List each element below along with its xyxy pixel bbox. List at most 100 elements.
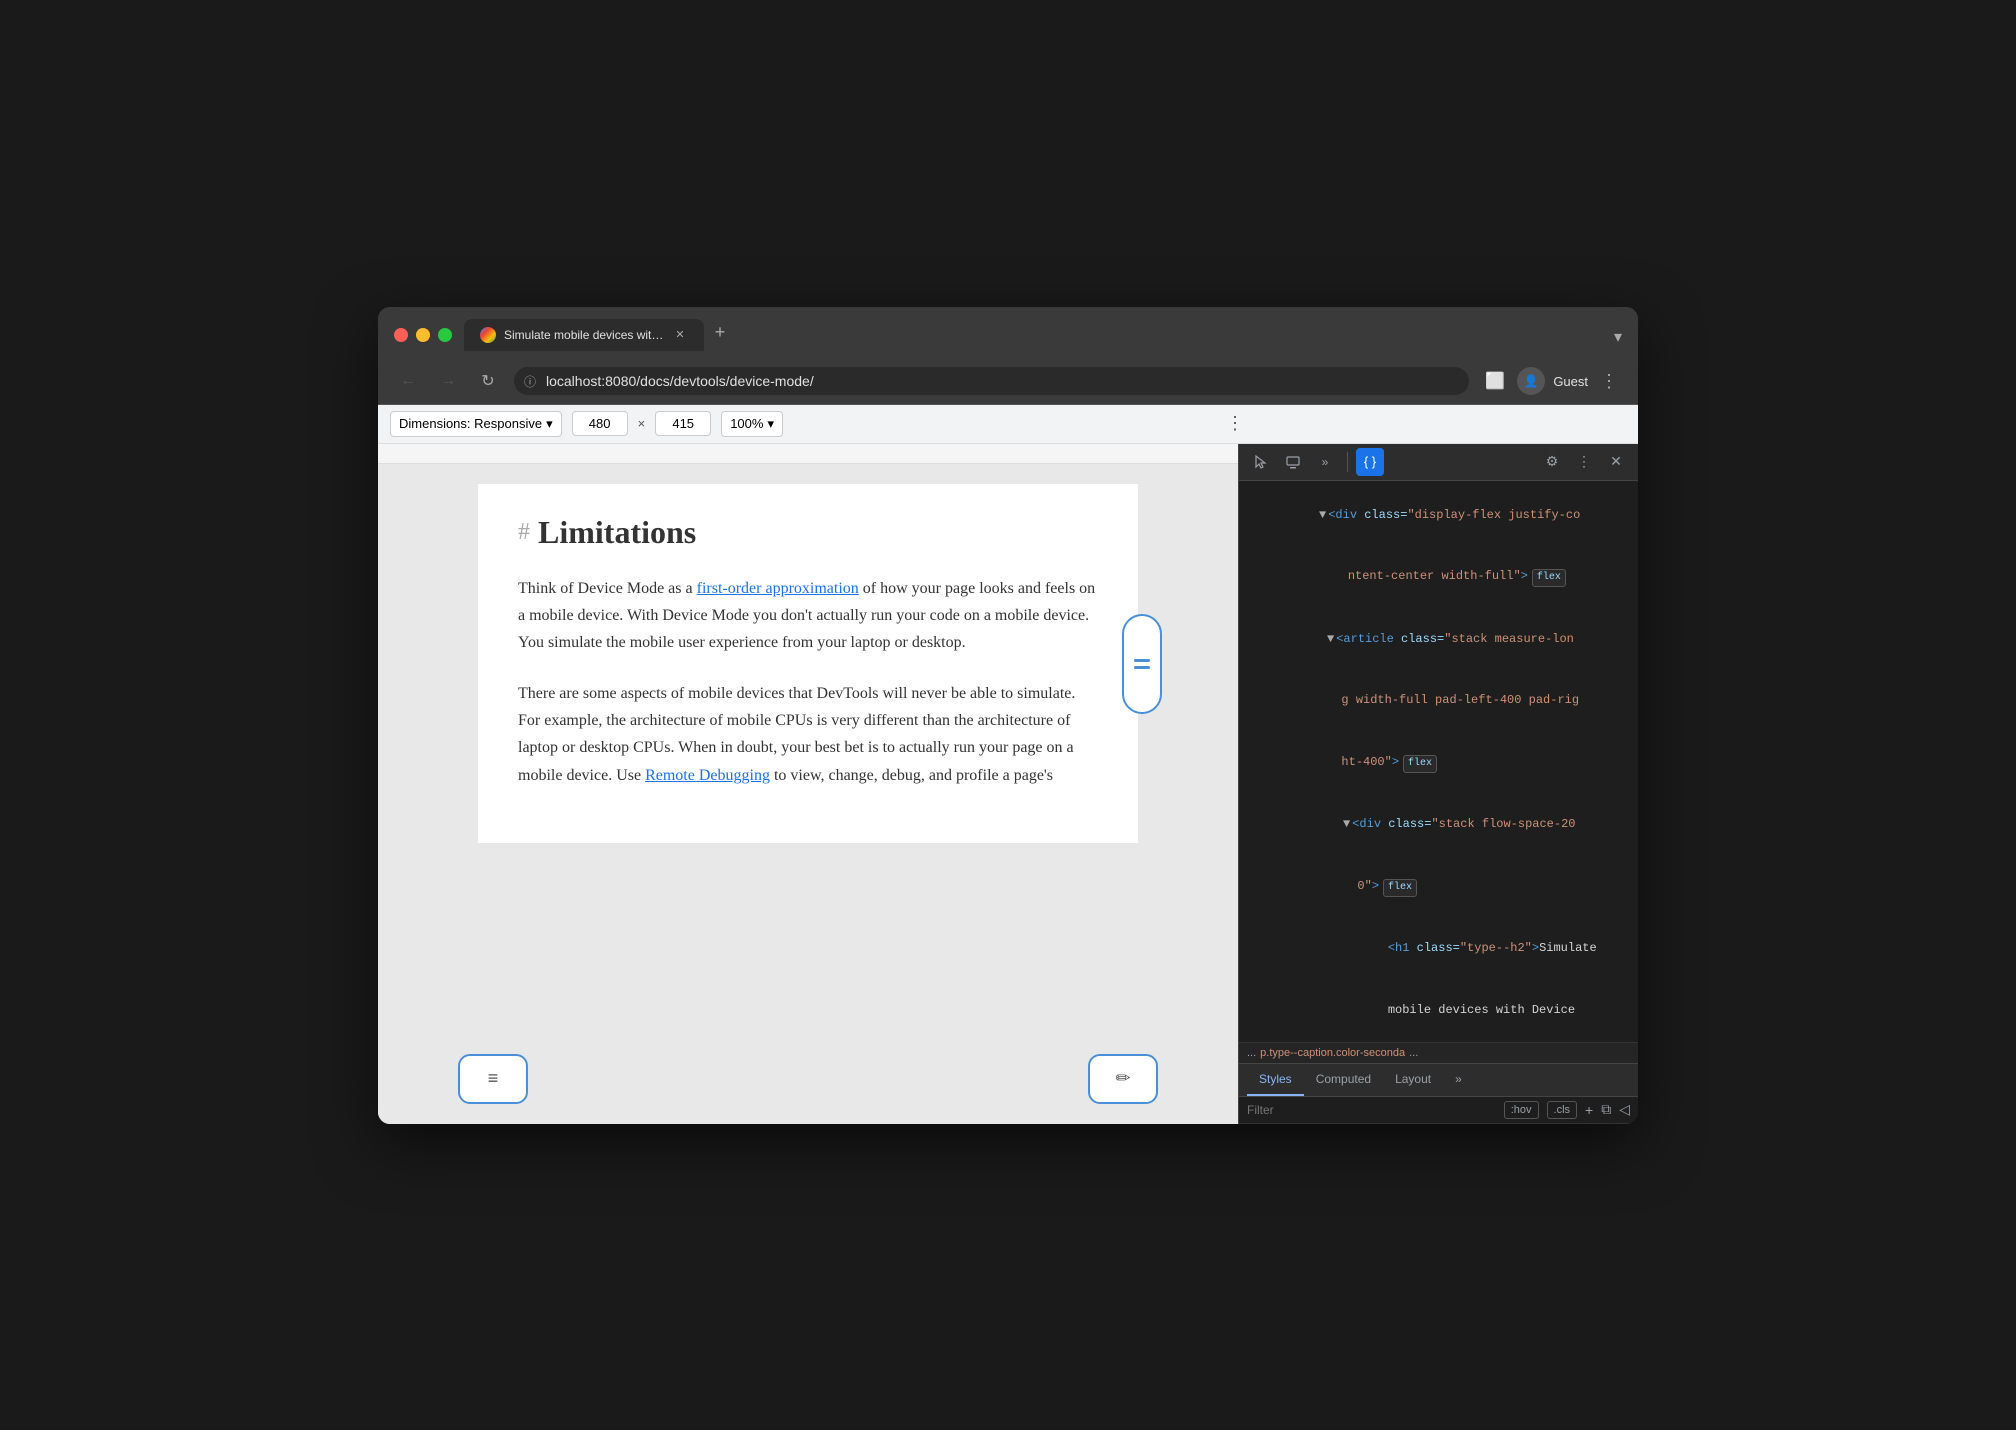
address-right: ⬜ 👤 Guest ⋮ <box>1481 367 1622 396</box>
tabs-row: Simulate mobile devices with D ✕ + ▾ <box>464 319 1622 351</box>
html-line-4[interactable]: g width-full pad-left-400 pad-rig <box>1239 670 1638 732</box>
main-area: # Limitations Think of Device Mode as a … <box>378 444 1638 1124</box>
devtools-toolbar: » { } ⚙ ⋮ ✕ <box>1239 444 1638 481</box>
menu-float-button[interactable]: ≡ <box>458 1054 528 1104</box>
profile-label: Guest <box>1553 374 1588 389</box>
edit-icon: ✏ <box>1115 1068 1130 1089</box>
styles-filter-input[interactable] <box>1247 1103 1496 1117</box>
settings-button[interactable]: ⚙ <box>1538 448 1566 476</box>
height-input[interactable] <box>655 411 711 436</box>
traffic-lights <box>394 328 452 342</box>
viewport-bottom-bar: ≡ ✏ <box>378 1054 1238 1104</box>
title-bar-top: Simulate mobile devices with D ✕ + ▾ <box>394 319 1622 351</box>
heading-hash: # <box>518 519 530 546</box>
filter-hov-button[interactable]: :hov <box>1504 1101 1539 1119</box>
device-toolbar-left: Dimensions: Responsive ▾ × 100% ▾ ⋮ <box>390 411 1250 437</box>
page-heading-text: Limitations <box>538 514 696 551</box>
html-line-3[interactable]: ▼<article class="stack measure-lon <box>1239 608 1638 670</box>
tab-title: Simulate mobile devices with D <box>504 328 664 342</box>
expand-icon[interactable]: ▼ <box>1319 508 1326 522</box>
tab-favicon <box>480 327 496 343</box>
browser-window: Simulate mobile devices with D ✕ + ▾ ← →… <box>378 307 1638 1124</box>
close-devtools-button[interactable]: ✕ <box>1602 448 1630 476</box>
html-line-7[interactable]: 0">flex <box>1239 856 1638 918</box>
styles-filter-bar: :hov .cls + ⧉ ◁ <box>1239 1097 1638 1124</box>
toolbar-separator <box>1347 452 1348 472</box>
tab-close-button[interactable]: ✕ <box>672 327 688 343</box>
html-line-6[interactable]: ▼<div class="stack flow-space-20 <box>1239 794 1638 856</box>
zoom-select[interactable]: 100% ▾ <box>721 411 783 437</box>
first-order-link[interactable]: first-order approximation <box>697 580 859 597</box>
minimize-window-button[interactable] <box>416 328 430 342</box>
gear-icon: ⚙ <box>1546 453 1559 470</box>
toolbar-more-button[interactable]: ⋮ <box>1220 411 1250 436</box>
scroll-handle-inner <box>1134 659 1150 669</box>
viewport-content[interactable]: # Limitations Think of Device Mode as a … <box>378 464 1238 1124</box>
width-input[interactable] <box>572 411 628 436</box>
selector-text: p.type--caption.color-seconda <box>1260 1047 1405 1059</box>
close-icon: ✕ <box>1610 453 1622 470</box>
back-button[interactable]: ← <box>394 367 422 395</box>
reader-mode-button[interactable]: ⬜ <box>1481 367 1509 395</box>
address-wrapper: ⓘ <box>514 367 1469 395</box>
devtools-menu-button[interactable]: ⋮ <box>1570 448 1598 476</box>
browser-tab[interactable]: Simulate mobile devices with D ✕ <box>464 319 704 351</box>
forward-button[interactable]: → <box>434 367 462 395</box>
tab-layout[interactable]: Layout <box>1383 1064 1443 1096</box>
elements-panel-button[interactable]: { } <box>1356 448 1384 476</box>
html-line-9[interactable]: mobile devices with Device <box>1239 979 1638 1041</box>
device-mode-button[interactable] <box>1279 448 1307 476</box>
html-line-5[interactable]: ht-400">flex <box>1239 732 1638 794</box>
viewport: # Limitations Think of Device Mode as a … <box>378 444 1238 1124</box>
selector-bar: ... p.type--caption.color-seconda ... <box>1239 1042 1638 1063</box>
dimensions-label: Dimensions: Responsive <box>399 416 542 431</box>
selector-dots-left: ... <box>1247 1047 1256 1059</box>
selector-dots-right: ... <box>1409 1047 1418 1059</box>
elements-icon: { } <box>1364 454 1376 469</box>
edit-float-button[interactable]: ✏ <box>1088 1054 1158 1104</box>
html-line-2[interactable]: ntent-center width-full">flex <box>1239 546 1638 608</box>
flex-badge-1: flex <box>1532 569 1566 587</box>
zoom-label: 100% <box>730 416 763 431</box>
remote-debugging-link[interactable]: Remote Debugging <box>645 767 770 784</box>
devtools-panel: » { } ⚙ ⋮ ✕ ▼<div c <box>1238 444 1638 1124</box>
page-paragraph-1: Think of Device Mode as a first-order ap… <box>518 575 1098 657</box>
flex-badge-2: flex <box>1403 755 1437 773</box>
expand-icon-2[interactable]: ▼ <box>1327 632 1334 646</box>
zoom-chevron: ▾ <box>767 416 774 432</box>
profile-button[interactable]: 👤 <box>1517 367 1545 395</box>
page-paragraph-2: There are some aspects of mobile devices… <box>518 680 1098 789</box>
expand-icon-3[interactable]: ▼ <box>1343 817 1350 831</box>
more-tools-button[interactable]: » <box>1311 448 1339 476</box>
lock-icon: ⓘ <box>524 373 536 390</box>
more-chevron-icon: » <box>1322 455 1329 469</box>
tab-more[interactable]: » <box>1443 1064 1474 1096</box>
flex-badge-3: flex <box>1383 879 1417 897</box>
menu-icon: ≡ <box>488 1068 499 1089</box>
scroll-line-2 <box>1134 666 1150 669</box>
html-line-8[interactable]: <h1 class="type--h2">Simulate <box>1239 918 1638 980</box>
device-toolbar: Dimensions: Responsive ▾ × 100% ▾ ⋮ <box>378 405 1638 444</box>
filter-toggle-icon[interactable]: ◁ <box>1619 1101 1630 1118</box>
dimension-separator: × <box>638 416 646 431</box>
close-window-button[interactable] <box>394 328 408 342</box>
elements-panel[interactable]: ▼<div class="display-flex justify-co nte… <box>1239 481 1638 1042</box>
tab-styles[interactable]: Styles <box>1247 1064 1304 1096</box>
filter-copy-icon[interactable]: ⧉ <box>1601 1101 1611 1118</box>
cursor-tool-button[interactable] <box>1247 448 1275 476</box>
tab-computed[interactable]: Computed <box>1304 1064 1383 1096</box>
dots-icon: ⋮ <box>1577 453 1591 470</box>
styles-tabs: Styles Computed Layout » <box>1239 1064 1638 1097</box>
scroll-handle[interactable] <box>1122 614 1162 714</box>
new-tab-button[interactable]: + <box>706 319 734 347</box>
dimensions-select[interactable]: Dimensions: Responsive ▾ <box>390 411 562 437</box>
address-input[interactable] <box>514 367 1469 395</box>
maximize-window-button[interactable] <box>438 328 452 342</box>
page-content: # Limitations Think of Device Mode as a … <box>478 484 1138 843</box>
browser-menu-button[interactable]: ⋮ <box>1596 367 1622 396</box>
viewport-ruler <box>378 444 1238 464</box>
filter-add-icon[interactable]: + <box>1585 1102 1593 1118</box>
reload-button[interactable]: ↻ <box>474 367 502 395</box>
filter-cls-button[interactable]: .cls <box>1547 1101 1578 1119</box>
html-line-1[interactable]: ▼<div class="display-flex justify-co <box>1239 485 1638 547</box>
